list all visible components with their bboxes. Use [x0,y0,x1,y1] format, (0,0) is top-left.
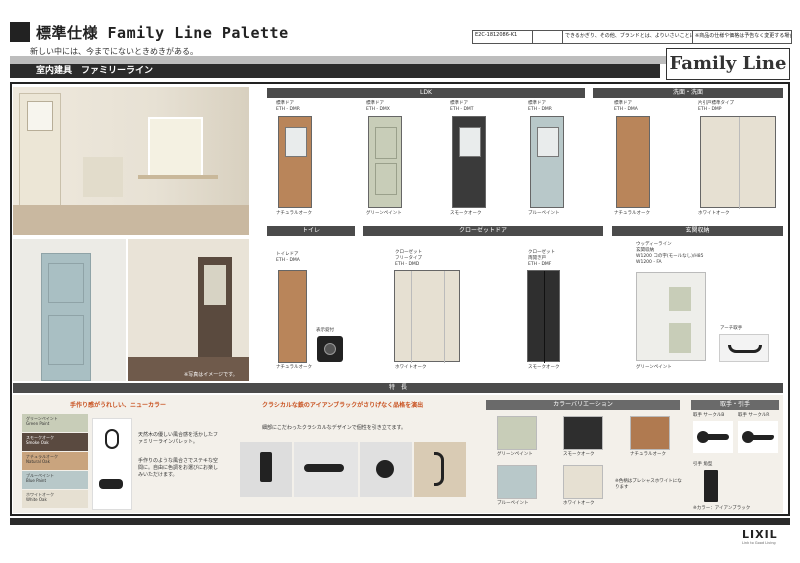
toilet-door [278,270,307,363]
pull-square-icon [704,470,718,502]
color-swatch [497,465,537,499]
feature-mid-photo-3 [360,442,412,497]
blue-door-photo [13,239,126,381]
color-swatch [563,416,603,450]
feature-swatch: ナチュラルオーク Natural Oak [22,452,88,470]
color-swatch [563,465,603,499]
door-code: 標準ドア ETH - DMT [450,101,474,112]
closet-free-color: ホワイトオーク [395,365,427,370]
door-image [368,116,402,208]
color-note: ※色柄はプレシャスホワイトになります [615,479,682,490]
lixil-tagline: Link to Good Living [742,541,776,545]
category-bar: 室内建具 ファミリーライン [10,64,660,78]
indicator-lock-icon [317,336,343,362]
door-code: 標準ドア ETH - DMX [366,101,390,112]
door-glass-panel [459,127,481,157]
door-image [278,116,312,208]
arch-handle-label: アーチ取手 [720,326,743,331]
door-color: スモークオーク [450,211,482,216]
section-bath: 洗面・洗面 [593,88,783,98]
title-marker [10,22,30,42]
door-panel [375,127,397,159]
feature-mid-photo-1 [240,442,292,497]
feature-swatch: グリーンペイント Green Paint [22,414,88,432]
door-image [530,116,564,208]
entry-storage-code: ウッディーライン 玄関収納 W1200 コの字(モールなし)/H85 W1200… [636,242,704,265]
section-ldk: LDK [267,88,585,98]
arch-handle-icon [719,334,769,362]
door-panel [375,163,397,195]
family-line-logo: Family Line [666,48,790,80]
toilet-door-code: トイレドア ETH - DMA [276,252,300,263]
feature-swatch: ホワイトオーク White Oak [22,490,88,508]
dining-door-photo: ※写真はイメージです。 [128,239,249,381]
door-image [452,116,486,208]
door-color: ナチュラルオーク [276,211,312,216]
feature-left-title: 手作り感がうれしい、ニューカラー [70,402,167,409]
door-color: ブルーペイント [528,211,560,216]
handle-circle-r-icon [738,421,778,453]
indicator-lock-label: 表示錠付 [316,328,334,333]
door-color: グリーンペイント [366,211,402,216]
feature-swatch: ブルーペイント Blue Paint [22,471,88,489]
feature-mid-title: クラシカルな鉄のアイアンブラックがさりげなく品格を演出 [262,402,424,409]
section-entry: 玄関収納 [612,226,783,236]
info-blank [533,31,563,43]
feature-hardware-photo [92,418,132,510]
handle-note: ※カラー：アイアンブラック [693,506,751,511]
feature-left-text-2: 手作りのような風合さでステキな空間に。自由に色調をお選びにお楽しみいただけます。 [138,458,219,478]
feature-mid-photo-2 [294,442,358,497]
color-swatch-label: ホワイトオーク [563,501,595,506]
info-note-1: できるかぎり、その他、ブランドとは、よりいさいことにも、写真の実際と、色調の異な… [563,31,693,43]
color-swatch-label: ナチュラルオーク [630,452,666,457]
sliding-door-seam [739,117,740,209]
door-image [700,116,776,209]
color-swatch-label: ブルーペイント [497,501,529,506]
section-toilet: トイレ [267,226,355,236]
door-code: 片引戸標準タイプ ETH - DMP [698,101,734,112]
footer-rule [10,518,790,525]
closet-double-color: スモークオーク [528,365,560,370]
door-code: 標準ドア ETH - DMA [614,101,638,112]
section-features: 特 長 [13,383,783,393]
section-handles: 取手・引手 [691,400,779,410]
door-color: ホワイトオーク [698,211,730,216]
door-code: 標準ドア ETH - DMR [528,101,552,112]
entry-storage-color: グリーンペイント [636,365,672,370]
handle-circle-b-label: 取手 サークルB [693,413,725,418]
page-title: 標準仕様 Family Line Palette [36,24,289,42]
info-code: E2C-1812086-K1 [473,31,533,43]
lixil-brand: LIXIL [742,528,778,541]
handle-circle-b-icon [693,421,733,453]
feature-left-text-1: 天然木の優しい風合感を活かしたファミリーラインパレット。 [138,432,219,445]
section-closet: クローゼットドア [363,226,603,236]
feature-swatch: スモークオーク Smoke Oak [22,433,88,451]
toilet-door-color: ナチュラルオーク [276,365,312,370]
section-colors: カラーバリエーション [486,400,680,410]
lixil-logo: LIXIL Link to Good Living [742,528,778,545]
door-image [616,116,650,208]
photo-note: ※写真はイメージです。 [184,372,238,378]
closet-double-code: クローゼット 両開き戸 ETH - DMF [528,250,555,267]
door-glass-panel [537,127,559,157]
door-color: ナチュラルオーク [614,211,650,216]
feature-mid-photo-4 [414,442,466,497]
document-info-box: E2C-1812086-K1 できるかぎり、その他、ブランドとは、よりいさいこと… [472,30,792,44]
pull-square-label: 引手 角型 [693,462,713,467]
feature-mid-text: 細部にこだわったクラシカルなデザインで個性を引き立てます。 [262,425,407,431]
color-swatch [630,416,670,450]
closet-double-door [527,270,560,363]
color-swatch-label: スモークオーク [563,452,595,457]
color-swatch-label: グリーンペイント [497,452,533,457]
door-code: 標準ドア ETH - DMR [276,101,300,112]
handle-circle-r-label: 取手 サークルR [738,413,770,418]
closet-free-code: クローゼット フリータイプ ETH - DMD [395,250,422,267]
color-swatch [497,416,537,450]
door-glass-panel [285,127,307,157]
entry-storage-image [636,272,706,361]
closet-free-door [394,270,460,363]
info-note-2: ※商品の仕様や価格は予告なく変更する場合があります。 [695,33,791,39]
living-room-photo [13,87,249,235]
